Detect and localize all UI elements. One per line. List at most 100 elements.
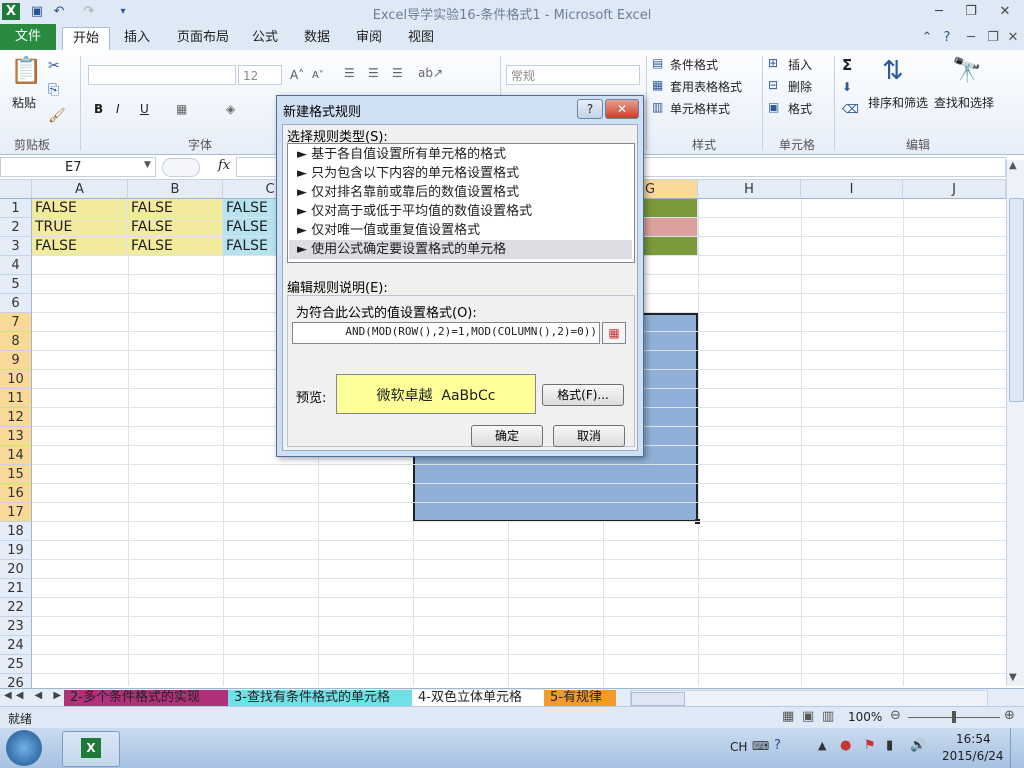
font-size-combo[interactable]: 12 <box>238 65 282 85</box>
row-header[interactable]: 12 <box>0 408 32 427</box>
row-header[interactable]: 1 <box>0 199 32 218</box>
antivirus-icon[interactable]: ● <box>840 738 851 753</box>
tab-page-layout[interactable]: 页面布局 <box>167 27 239 49</box>
row-header[interactable]: 10 <box>0 370 32 389</box>
row-header[interactable]: 20 <box>0 560 32 579</box>
taskbar-excel-button[interactable]: X <box>62 731 120 767</box>
format-as-table-button[interactable]: 套用表格格式 <box>670 78 742 95</box>
copy-icon[interactable]: ⎘ <box>48 82 59 98</box>
volume-icon[interactable]: 🔊 <box>910 738 926 753</box>
column-header[interactable]: B <box>128 180 223 199</box>
autosum-icon[interactable]: Σ <box>842 56 852 74</box>
show-hidden-icons-icon[interactable]: ▲ <box>818 739 826 752</box>
row-header[interactable]: 2 <box>0 218 32 237</box>
zoom-slider-thumb[interactable] <box>952 711 956 723</box>
rule-type-item[interactable]: ► 仅对排名靠前或靠后的数值设置格式 <box>289 183 632 202</box>
workbook-restore-icon[interactable]: ❐ <box>984 29 1002 46</box>
column-header[interactable]: A <box>32 180 128 199</box>
rule-type-item[interactable]: ► 仅对唯一值或重复值设置格式 <box>289 221 632 240</box>
row-header[interactable]: 15 <box>0 465 32 484</box>
sheet-tab-active[interactable]: 4-双色立体单元格 <box>412 690 552 706</box>
cell-A1[interactable]: FALSE <box>32 199 128 218</box>
delete-cells-button[interactable]: 删除 <box>788 78 812 95</box>
select-all-corner[interactable] <box>0 180 32 199</box>
name-box[interactable]: E7 ▼ <box>0 157 156 177</box>
row-header[interactable]: 19 <box>0 541 32 560</box>
cell-A2[interactable]: TRUE <box>32 218 128 237</box>
zoom-in-icon[interactable]: ⊕ <box>1004 708 1015 723</box>
sheet-tab[interactable]: 3-查找有条件格式的单元格 <box>228 690 420 706</box>
scroll-up-icon[interactable]: ▲ <box>1009 160 1017 171</box>
row-header[interactable]: 18 <box>0 522 32 541</box>
scroll-down-icon[interactable]: ▼ <box>1009 672 1017 683</box>
row-header[interactable]: 25 <box>0 655 32 674</box>
rule-type-item[interactable]: ► 基于各自值设置所有单元格的格式 <box>289 145 632 164</box>
italic-icon[interactable]: I <box>116 102 120 116</box>
column-header[interactable]: I <box>801 180 903 199</box>
tab-formulas[interactable]: 公式 <box>242 27 288 49</box>
row-header[interactable]: 4 <box>0 256 32 275</box>
rule-type-item[interactable]: ► 只为包含以下内容的单元格设置格式 <box>289 164 632 183</box>
cell-B1[interactable]: FALSE <box>128 199 223 218</box>
row-header[interactable]: 16 <box>0 484 32 503</box>
underline-icon[interactable]: U <box>140 102 149 116</box>
row-header[interactable]: 8 <box>0 332 32 351</box>
restore-icon[interactable]: ❐ <box>956 2 986 21</box>
dialog-help-button[interactable]: ? <box>577 99 603 119</box>
row-header[interactable]: 17 <box>0 503 32 522</box>
row-header[interactable]: 21 <box>0 579 32 598</box>
formula-bar-slider[interactable] <box>162 158 200 177</box>
row-header[interactable]: 6 <box>0 294 32 313</box>
grow-font-icon[interactable]: A˄ <box>290 68 304 82</box>
row-header[interactable]: 3 <box>0 237 32 256</box>
row-header[interactable]: 13 <box>0 427 32 446</box>
cut-icon[interactable]: ✂ <box>48 58 60 74</box>
format-button[interactable]: 格式(F)... <box>542 384 624 406</box>
row-header[interactable]: 24 <box>0 636 32 655</box>
zoom-level[interactable]: 100% <box>848 710 882 724</box>
insert-cells-button[interactable]: 插入 <box>788 56 812 73</box>
horizontal-scrollbar[interactable] <box>630 690 988 707</box>
align-bottom-icon[interactable]: ☰ <box>392 66 403 80</box>
workbook-minimize-icon[interactable]: ─ <box>962 29 980 46</box>
border-icon[interactable]: ▦ <box>176 102 187 116</box>
chevron-down-icon[interactable]: ▼ <box>144 160 151 170</box>
network-icon[interactable]: ▮ <box>886 738 893 753</box>
conditional-format-button[interactable]: 条件格式 <box>670 56 718 73</box>
tab-data[interactable]: 数据 <box>294 27 340 49</box>
find-select-button[interactable]: 查找和选择 <box>934 94 994 111</box>
sheet-tab[interactable]: 2-多个条件格式的实现 <box>64 690 236 706</box>
show-desktop-button[interactable] <box>1010 728 1024 768</box>
cell-B2[interactable]: FALSE <box>128 218 223 237</box>
shrink-font-icon[interactable]: A˅ <box>312 70 324 81</box>
keyboard-icon[interactable]: ⌨ <box>752 739 769 753</box>
insert-function-icon[interactable]: fx <box>218 158 230 173</box>
paste-button[interactable]: 粘贴 <box>12 94 36 111</box>
minimize-icon[interactable]: ─ <box>924 2 954 21</box>
number-format-combo[interactable]: 常规 <box>506 65 640 85</box>
cancel-button[interactable]: 取消 <box>553 425 625 447</box>
paste-icon[interactable]: 📋 <box>10 56 42 90</box>
row-header[interactable]: 22 <box>0 598 32 617</box>
dialog-close-icon[interactable]: ✕ <box>605 99 639 119</box>
help-tray-icon[interactable]: ? <box>774 738 781 753</box>
cell-styles-button[interactable]: 单元格样式 <box>670 100 730 117</box>
row-header[interactable]: 23 <box>0 617 32 636</box>
sheet-tab[interactable]: 5-有规律 <box>544 690 616 706</box>
font-name-combo[interactable] <box>88 65 236 85</box>
rule-type-item-selected[interactable]: ► 使用公式确定要设置格式的单元格 <box>289 240 632 259</box>
vertical-scrollbar[interactable]: ▲ ▼ <box>1006 160 1024 686</box>
hscroll-thumb[interactable] <box>631 692 685 706</box>
scroll-thumb[interactable] <box>1009 198 1024 402</box>
cell-A3[interactable]: FALSE <box>32 237 128 256</box>
align-middle-icon[interactable]: ☰ <box>368 66 379 80</box>
tab-view[interactable]: 视图 <box>398 27 444 49</box>
tab-insert[interactable]: 插入 <box>114 27 160 49</box>
row-header[interactable]: 7 <box>0 313 32 332</box>
row-header[interactable]: 5 <box>0 275 32 294</box>
close-icon[interactable]: ✕ <box>990 2 1020 21</box>
row-header[interactable]: 9 <box>0 351 32 370</box>
tab-file[interactable]: 文件 <box>0 24 56 50</box>
normal-view-icon[interactable]: ▦ <box>782 709 794 724</box>
format-cells-button[interactable]: 格式 <box>788 100 812 117</box>
